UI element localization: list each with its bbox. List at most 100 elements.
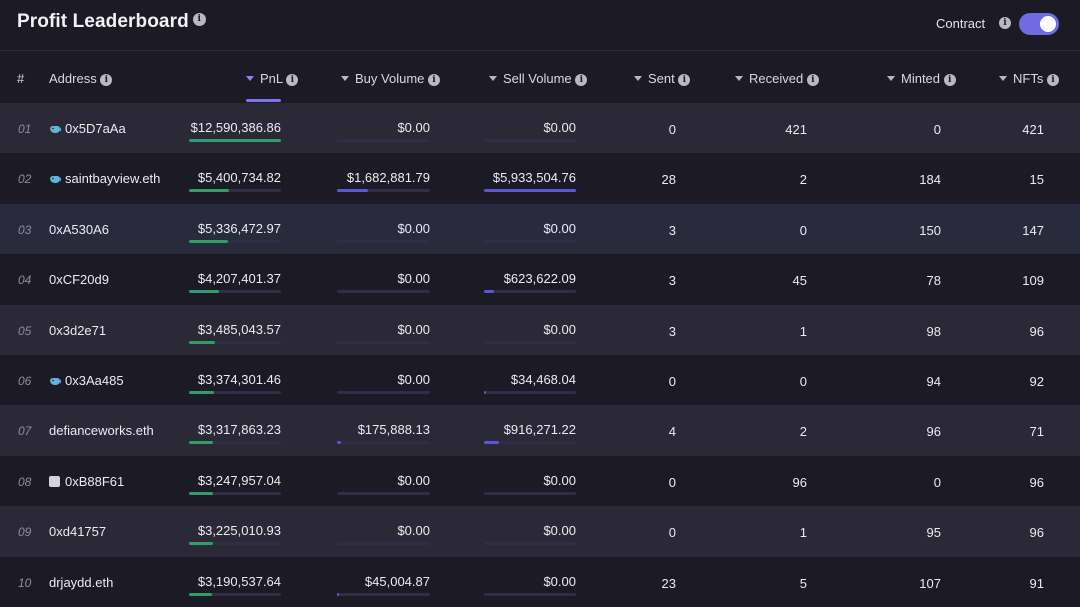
sell-volume-cell: $623,622.09 <box>503 271 576 287</box>
address-cell[interactable]: 0xCF20d9 <box>49 272 109 287</box>
info-icon[interactable]: i <box>286 73 299 86</box>
address-cell[interactable]: saintbayview.eth <box>49 171 160 186</box>
address-cell[interactable]: 0x3Aa485 <box>49 373 124 388</box>
nfts-cell: 71 <box>1029 424 1044 440</box>
address-cell[interactable]: 0xB88F61 <box>49 474 124 489</box>
pnl-bar-track <box>189 340 281 344</box>
sell-volume-cell: $0.00 <box>543 220 576 236</box>
received-cell: 0 <box>799 222 807 238</box>
received-cell: 421 <box>785 122 807 137</box>
sell-volume-cell: $0.00 <box>543 523 576 539</box>
address-link[interactable]: 0x3d2e71 <box>49 323 106 338</box>
minted-cell: 150 <box>919 222 941 238</box>
sell-volume-cell: $0.00 <box>543 573 576 589</box>
pnl-bar-fill <box>189 592 212 596</box>
table-row[interactable]: 05 0x3d2e71 $3,485,043.57 $0.00 $0.00 3 1 98 96 <box>0 304 1080 355</box>
table-row[interactable]: 04 0xCF20d9 $4,207,401.37 $0.00 $623,622.09 3… <box>0 254 1080 305</box>
rank-cell: 04 <box>18 273 32 288</box>
info-icon[interactable]: i <box>100 73 113 86</box>
address-link[interactable]: 0xA530A6 <box>49 222 109 237</box>
table-row[interactable]: 02 saintbayview.eth $5,400,734.82 $1,682,88… <box>0 153 1080 204</box>
buy-volume-cell: $175,888.13 <box>357 422 430 438</box>
table-row[interactable]: 08 0xB88F61 $3,247,957.04 $0.00 $0.00 0 96 0 96 <box>0 455 1080 507</box>
sell-volume-cell: $5,933,504.76 <box>492 170 576 186</box>
top-bar: Profit Leaderboard i Contract i <box>0 0 1080 51</box>
info-icon[interactable]: i <box>428 73 440 86</box>
sell-volume-cell: $916,271.22 <box>503 422 576 438</box>
sent-cell: 0 <box>668 474 676 490</box>
pnl-bar-fill <box>189 542 213 546</box>
address-link[interactable]: saintbayview.eth <box>65 171 160 186</box>
address-link[interactable]: 0x5D7aAa <box>65 121 126 136</box>
buy-volume-bar-fill <box>337 592 339 596</box>
info-icon[interactable]: i <box>1046 73 1059 86</box>
address-cell[interactable]: 0xA530A6 <box>49 222 109 237</box>
minted-cell: 95 <box>926 525 941 541</box>
pnl-bar-track <box>189 441 281 445</box>
info-icon[interactable]: i <box>999 17 1011 29</box>
address-link[interactable]: 0xd41757 <box>49 524 106 539</box>
column-header-buy-volume[interactable]: Buy Volume i <box>341 71 440 86</box>
minted-cell: 184 <box>919 172 941 188</box>
column-header-received[interactable]: Received i <box>735 71 819 86</box>
address-cell[interactable]: 0x3d2e71 <box>49 323 106 338</box>
table-body: 01 0x5D7aAa $12,590,386.86 $0.00 $0.00 0 421 0 4… <box>0 103 1080 607</box>
pnl-cell: $5,336,472.97 <box>197 220 281 236</box>
pnl-bar-track <box>189 139 281 142</box>
address-cell[interactable]: drjaydd.eth <box>49 575 113 590</box>
column-header-label: Minted <box>901 71 941 86</box>
nfts-cell: 147 <box>1022 222 1044 238</box>
column-header-rank: # <box>17 71 25 86</box>
buy-volume-bar-fill <box>337 441 341 445</box>
address-link[interactable]: drjaydd.eth <box>49 575 113 590</box>
nfts-cell: 421 <box>1022 122 1044 137</box>
info-icon[interactable]: i <box>192 13 206 27</box>
table-row[interactable]: 01 0x5D7aAa $12,590,386.86 $0.00 $0.00 0 421 0 4… <box>0 103 1080 154</box>
rank-cell: 05 <box>18 323 32 338</box>
info-icon[interactable]: i <box>678 73 691 86</box>
buy-volume-bar-track <box>337 592 430 596</box>
info-icon[interactable]: i <box>806 73 819 86</box>
column-header-sent[interactable]: Sent i <box>634 71 691 86</box>
table-row[interactable]: 07 defianceworks.eth $3,317,863.23 $175,888… <box>0 405 1080 456</box>
sell-volume-bar-track <box>484 340 576 344</box>
column-header-nfts[interactable]: NFTs i <box>999 71 1059 86</box>
rank-cell: 10 <box>18 575 32 590</box>
sell-volume-bar-fill <box>484 290 495 294</box>
minted-cell: 94 <box>926 373 941 389</box>
address-link[interactable]: 0xB88F61 <box>65 474 124 489</box>
buy-volume-bar-track <box>337 390 430 394</box>
pnl-bar-fill <box>189 491 213 495</box>
column-header-label: PnL <box>260 71 283 86</box>
table-row[interactable]: 06 0x3Aa485 $3,374,301.46 $0.00 $34,468.04 0 0… <box>0 354 1080 406</box>
address-cell[interactable]: defianceworks.eth <box>49 423 154 438</box>
buy-volume-bar-track <box>337 441 430 445</box>
received-cell: 1 <box>799 525 807 541</box>
table-row[interactable]: 10 drjaydd.eth $3,190,537.64 $45,004.87 $0.0… <box>0 556 1080 607</box>
column-header-minted[interactable]: Minted i <box>887 71 956 86</box>
sell-volume-bar-fill <box>484 390 486 394</box>
address-cell[interactable]: 0xd41757 <box>49 524 106 539</box>
column-header-sell-volume[interactable]: Sell Volume i <box>489 71 588 86</box>
address-link[interactable]: defianceworks.eth <box>49 423 154 438</box>
pnl-bar-fill <box>189 390 214 394</box>
table-row[interactable]: 09 0xd41757 $3,225,010.93 $0.00 $0.00 0 1 95 96 <box>0 506 1080 557</box>
column-header-address[interactable]: Address i <box>49 71 113 86</box>
address-link[interactable]: 0xCF20d9 <box>49 272 109 287</box>
pnl-cell: $3,247,957.04 <box>197 472 281 488</box>
sort-down-icon <box>887 76 895 82</box>
info-icon[interactable]: i <box>943 73 956 86</box>
sent-cell: 3 <box>668 323 676 339</box>
table-row[interactable]: 03 0xA530A6 $5,336,472.97 $0.00 $0.00 3 0 150 14… <box>0 203 1080 255</box>
pnl-cell: $5,400,734.82 <box>197 170 281 186</box>
column-header-pnl[interactable]: PnL i <box>246 71 299 86</box>
sent-cell: 3 <box>668 222 676 238</box>
pnl-bar-track <box>189 542 281 546</box>
pnl-bar-track <box>189 491 281 495</box>
contract-label: Contract <box>936 16 986 31</box>
address-link[interactable]: 0x3Aa485 <box>65 373 124 388</box>
contract-toggle[interactable] <box>1019 13 1059 35</box>
buy-volume-cell: $1,682,881.79 <box>346 170 430 186</box>
info-icon[interactable]: i <box>575 73 588 86</box>
address-cell[interactable]: 0x5D7aAa <box>49 121 126 136</box>
